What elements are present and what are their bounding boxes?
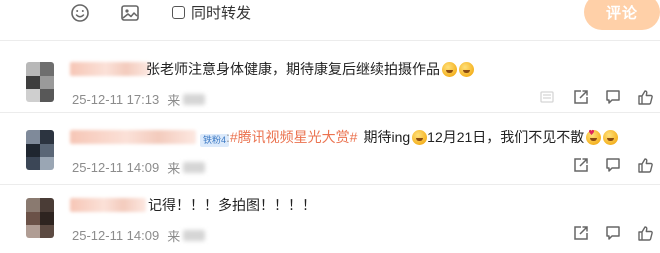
sob-emoji-icon	[603, 129, 619, 145]
comment-actions	[538, 88, 660, 108]
comment-actions	[538, 224, 660, 244]
sob-emoji-icon	[412, 129, 428, 145]
comment-text: : #腾讯视频星光大赏# 期待ing 12月21日，我们不见不散	[226, 127, 619, 147]
comment-meta: 25-12-11 14:09 来	[72, 226, 206, 245]
heart-emoji-icon	[586, 129, 602, 145]
topic-link[interactable]: #腾讯视频星光大赏#	[230, 127, 358, 147]
avatar[interactable]	[26, 130, 54, 170]
divider	[0, 184, 660, 185]
comment-item: 铁粉4 : #腾讯视频星光大赏# 期待ing 12月21日，我们不见不散 25-…	[0, 124, 660, 186]
timestamp: 25-12-11 17:13	[72, 92, 160, 107]
location-blurred	[183, 230, 206, 241]
comment-toolbar: 同时转发 评论	[0, 0, 660, 30]
username-blurred[interactable]	[70, 62, 150, 76]
sob-emoji-icon	[442, 61, 457, 77]
like-icon[interactable]	[636, 88, 654, 106]
comment-icon[interactable]	[604, 156, 622, 174]
comment-meta: 25-12-11 14:09 来	[72, 158, 206, 177]
timestamp: 25-12-11 14:09	[72, 228, 160, 243]
username-blurred[interactable]	[70, 130, 196, 144]
location-prefix: 来	[167, 93, 181, 108]
location-prefix: 来	[167, 161, 181, 176]
share-icon[interactable]	[572, 88, 590, 106]
share-icon[interactable]	[572, 156, 590, 174]
divider	[0, 40, 660, 41]
location-blurred	[183, 162, 206, 173]
checkbox-box[interactable]	[172, 5, 185, 19]
comment-icon[interactable]	[604, 88, 622, 106]
location-blurred	[183, 94, 206, 105]
share-icon[interactable]	[572, 224, 590, 242]
location-prefix: 来	[167, 229, 181, 244]
repost-label: 同时转发	[191, 4, 252, 22]
comment-item: 张老师注意身体健康，期待康复后继续拍摄作品 25-12-11 17:13 来	[0, 56, 660, 118]
fan-badge: 铁粉4	[200, 134, 230, 147]
like-icon[interactable]	[636, 224, 654, 242]
avatar[interactable]	[26, 62, 54, 102]
comment-item: 记得！！！多拍图！！！！ 25-12-11 14:09 来	[0, 192, 660, 253]
timestamp: 25-12-11 14:09	[72, 160, 160, 175]
sob-emoji-icon	[459, 61, 474, 77]
repost-checkbox[interactable]: 同时转发	[172, 2, 251, 22]
comment-meta: 25-12-11 17:13 来	[72, 90, 206, 109]
avatar[interactable]	[26, 198, 54, 238]
comment-text: 记得！！！多拍图！！！！	[148, 197, 316, 213]
image-icon[interactable]	[120, 3, 140, 23]
hide-icon[interactable]	[538, 88, 556, 106]
submit-comment-button[interactable]: 评论	[584, 0, 660, 30]
comment-icon[interactable]	[604, 224, 622, 242]
comment-text: 张老师注意身体健康，期待康复后继续拍摄作品	[146, 59, 474, 79]
divider	[0, 112, 660, 113]
comment-actions	[538, 156, 660, 176]
like-icon[interactable]	[636, 156, 654, 174]
username-blurred[interactable]	[70, 198, 146, 212]
emoji-smile-icon[interactable]	[70, 3, 90, 23]
